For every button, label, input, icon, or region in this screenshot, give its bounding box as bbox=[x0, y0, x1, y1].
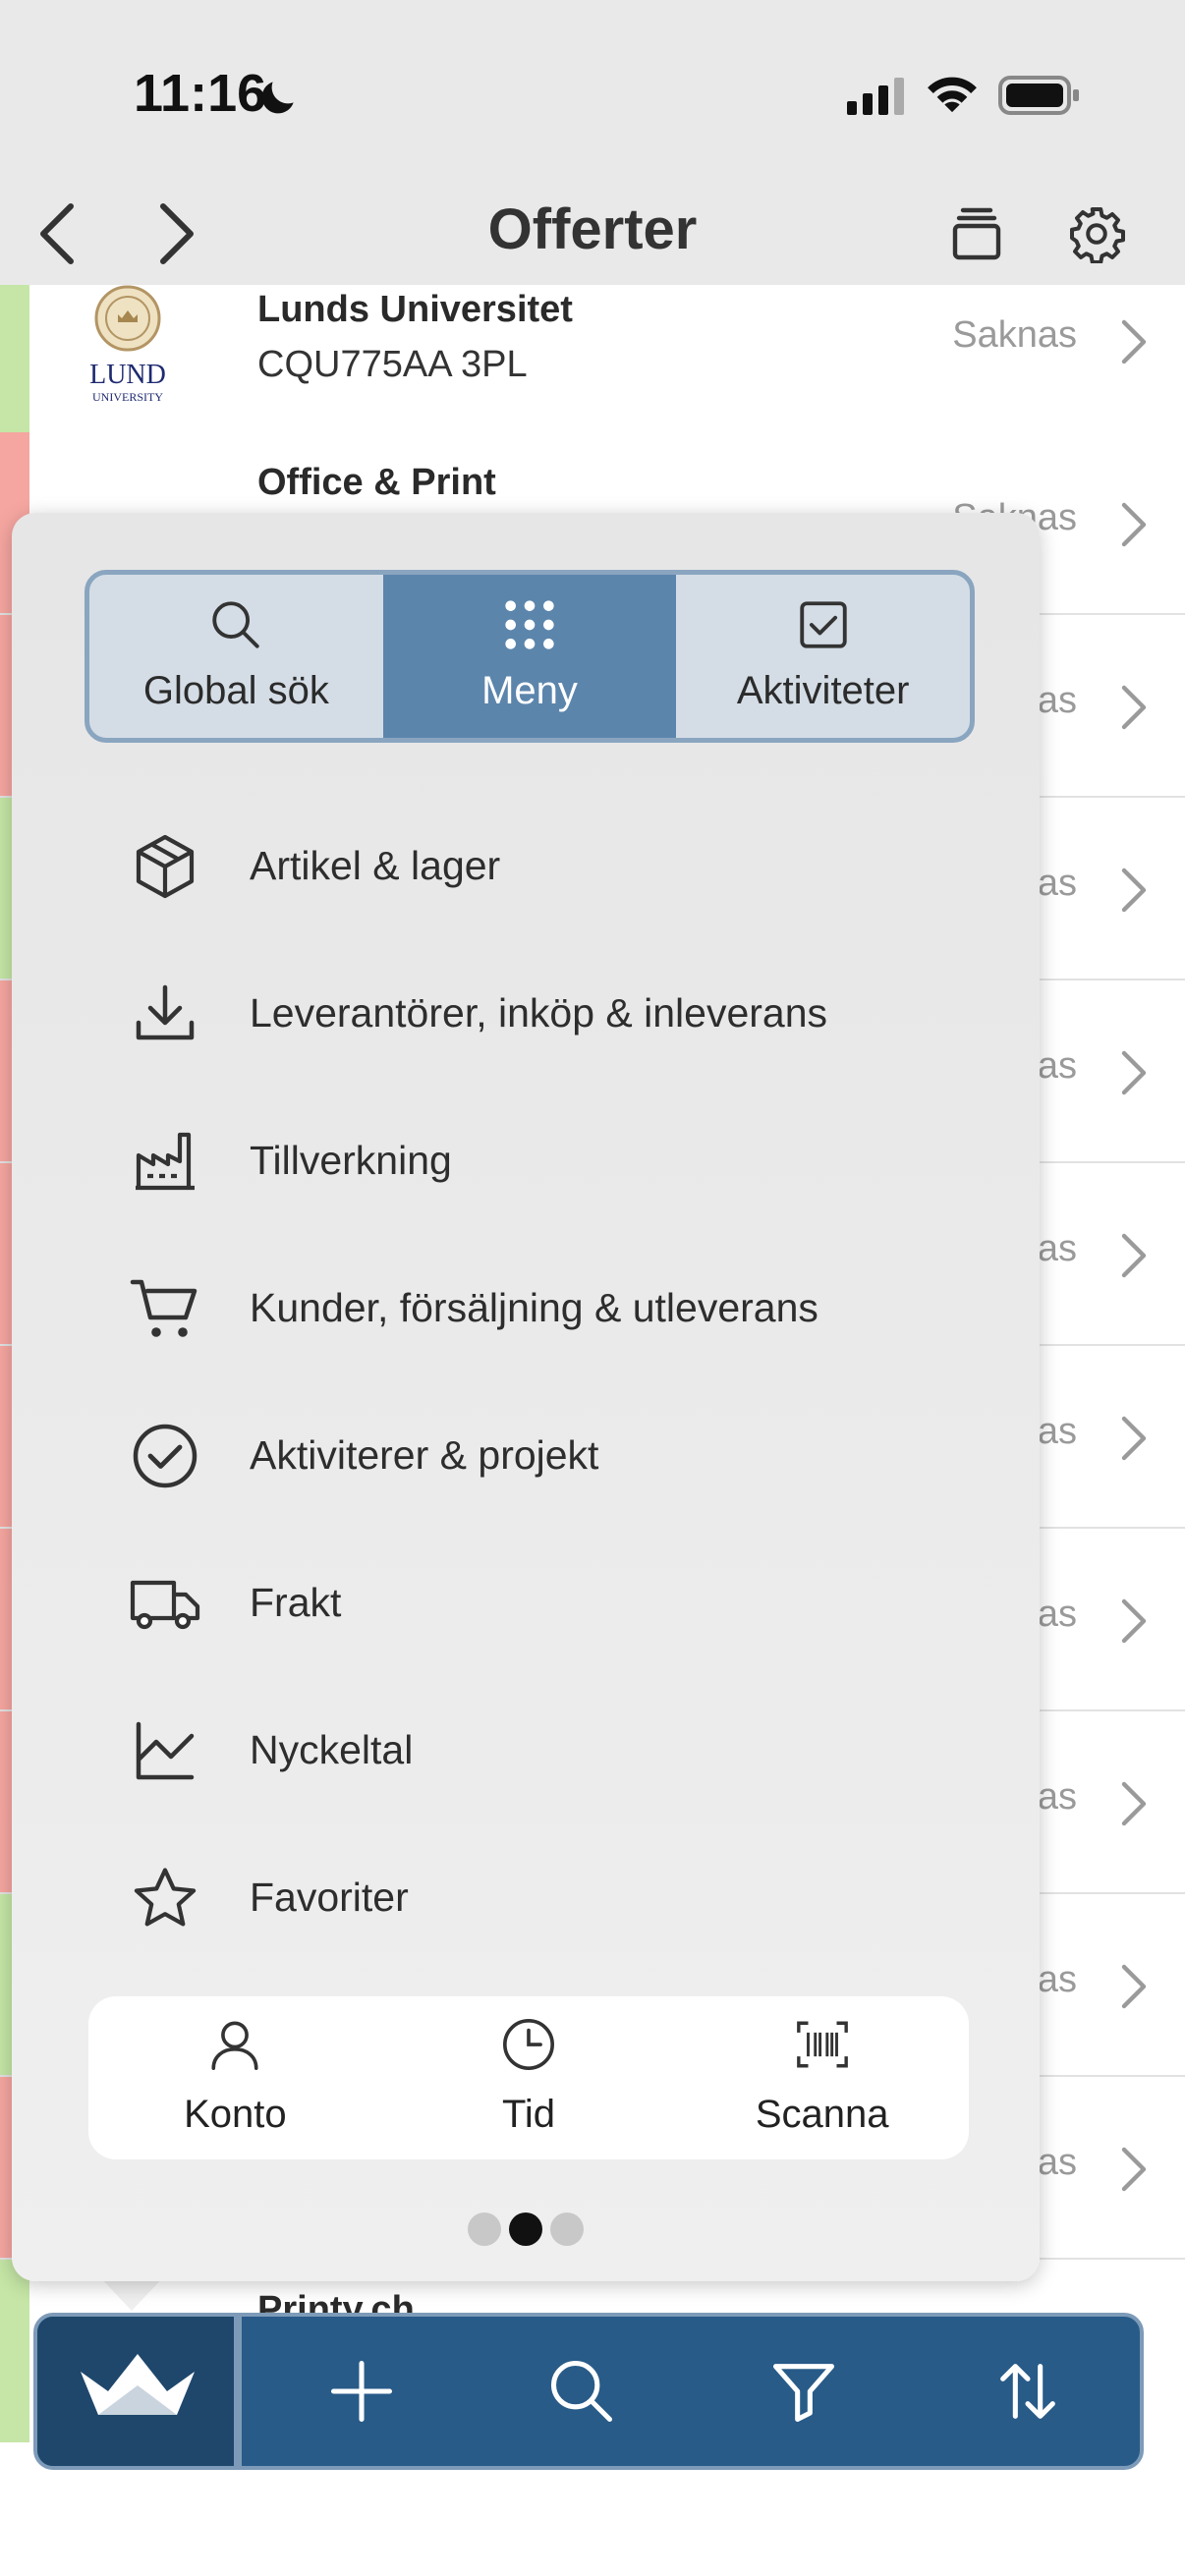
quick-actions: Konto Tid Scanna bbox=[88, 1996, 969, 2159]
bottom-toolbar bbox=[33, 2313, 1144, 2470]
quick-label: Konto bbox=[184, 2093, 287, 2136]
chevron-right-icon bbox=[1121, 319, 1147, 364]
chevron-right-icon bbox=[1121, 1781, 1147, 1826]
menu-item-label: Nyckeltal bbox=[250, 1727, 414, 1772]
logo-text: LUND bbox=[89, 360, 166, 390]
time-button[interactable]: Tid bbox=[382, 1996, 676, 2159]
tab-label: Global sök bbox=[142, 669, 329, 712]
moon-icon bbox=[261, 82, 294, 114]
download-icon bbox=[136, 984, 195, 1040]
menu-item-label: Kunder, försäljning & utleverans bbox=[250, 1285, 818, 1330]
grid-icon bbox=[505, 600, 554, 649]
menu-item-label: Aktiviterer & projekt bbox=[250, 1432, 599, 1478]
toolbar-divider bbox=[234, 2317, 242, 2466]
clock-icon bbox=[503, 2019, 554, 2070]
cart-icon bbox=[130, 1279, 198, 1337]
tab-activities[interactable]: Aktiviteter bbox=[676, 575, 970, 738]
menu-item-key-figures[interactable]: Nyckeltal bbox=[120, 1692, 1004, 1810]
row-status: Saknas bbox=[952, 314, 1077, 356]
menu-item-customers-sales[interactable]: Kunder, försäljning & utleverans bbox=[120, 1250, 1004, 1368]
menu-segmented-control: Global sök Meny Aktiviteter bbox=[85, 570, 975, 743]
factory-icon bbox=[136, 1132, 195, 1191]
check-circle-icon bbox=[133, 1424, 198, 1488]
search-icon bbox=[212, 601, 260, 648]
tab-menu[interactable]: Meny bbox=[382, 575, 677, 738]
row-subtitle: CQU775AA 3PL bbox=[257, 344, 528, 385]
checkbox-icon bbox=[799, 601, 847, 648]
account-button[interactable]: Konto bbox=[88, 1996, 382, 2159]
menu-item-manufacturing[interactable]: Tillverkning bbox=[120, 1102, 1004, 1220]
menu-item-label: Tillverkning bbox=[250, 1138, 452, 1183]
plus-icon[interactable] bbox=[324, 2354, 399, 2429]
filter-icon[interactable] bbox=[766, 2354, 841, 2429]
person-icon bbox=[211, 2021, 258, 2070]
box-icon bbox=[136, 834, 195, 899]
page-dot[interactable] bbox=[468, 2212, 501, 2246]
chevron-right-icon bbox=[1121, 1416, 1147, 1461]
row-name: Office & Print bbox=[257, 462, 496, 503]
lund-university-logo: LUND UNIVERSITY bbox=[89, 285, 166, 404]
menu-item-label: Artikel & lager bbox=[250, 843, 501, 888]
home-button[interactable] bbox=[37, 2317, 234, 2466]
main-menu-popup: Global sök Meny Aktiviteter Artikel & la… bbox=[12, 513, 1040, 2281]
quick-label: Scanna bbox=[755, 2093, 889, 2136]
stack-icon[interactable] bbox=[949, 206, 1004, 261]
chevron-right-icon bbox=[1121, 2147, 1147, 2192]
battery-icon bbox=[998, 76, 1079, 115]
sort-icon[interactable] bbox=[990, 2354, 1065, 2429]
chevron-right-icon bbox=[1121, 1964, 1147, 2009]
barcode-icon bbox=[796, 2021, 848, 2068]
quick-label: Tid bbox=[501, 2093, 556, 2136]
page-title: Offerter bbox=[487, 197, 698, 261]
top-bar: 11:16 Offerter bbox=[0, 0, 1185, 285]
home-crown-icon bbox=[81, 2354, 195, 2415]
status-stripe bbox=[0, 2260, 29, 2442]
menu-item-label: Favoriter bbox=[250, 1875, 409, 1920]
row-name: Lunds Universitet bbox=[257, 289, 573, 330]
chevron-right-icon bbox=[1121, 1598, 1147, 1644]
chevron-right-icon bbox=[1121, 1233, 1147, 1278]
wifi-icon bbox=[928, 77, 977, 113]
page-dot[interactable] bbox=[550, 2212, 584, 2246]
scan-button[interactable]: Scanna bbox=[675, 1996, 969, 2159]
tab-global-search[interactable]: Global sök bbox=[89, 575, 383, 738]
chevron-right-icon bbox=[1121, 868, 1147, 913]
logo-subtext: UNIVERSITY bbox=[92, 390, 163, 404]
menu-item-label: Frakt bbox=[250, 1580, 342, 1625]
tab-label: Meny bbox=[481, 669, 578, 712]
page-dot-active[interactable] bbox=[509, 2212, 542, 2246]
menu-item-article-stock[interactable]: Artikel & lager bbox=[120, 808, 1004, 925]
signal-icon bbox=[847, 78, 904, 115]
menu-item-activities-projects[interactable]: Aktiviterer & projekt bbox=[120, 1397, 1004, 1515]
search-icon[interactable] bbox=[544, 2354, 619, 2429]
chevron-right-icon bbox=[1121, 502, 1147, 547]
menu-item-label: Leverantörer, inköp & inleverans bbox=[250, 990, 828, 1036]
truck-icon bbox=[130, 1580, 200, 1630]
menu-item-favorites[interactable]: Favoriter bbox=[120, 1839, 1004, 1957]
chevron-right-icon bbox=[1121, 685, 1147, 730]
gear-icon[interactable] bbox=[1067, 204, 1126, 263]
page-indicator[interactable] bbox=[12, 2212, 1040, 2251]
menu-item-suppliers[interactable]: Leverantörer, inköp & inleverans bbox=[120, 955, 1004, 1073]
tab-label: Aktiviteter bbox=[736, 669, 910, 712]
menu-item-freight[interactable]: Frakt bbox=[120, 1544, 1004, 1662]
line-chart-icon bbox=[136, 1721, 195, 1780]
status-time: 11:16 bbox=[134, 64, 267, 123]
chevron-right-icon bbox=[1121, 1050, 1147, 1095]
star-icon bbox=[134, 1868, 197, 1927]
